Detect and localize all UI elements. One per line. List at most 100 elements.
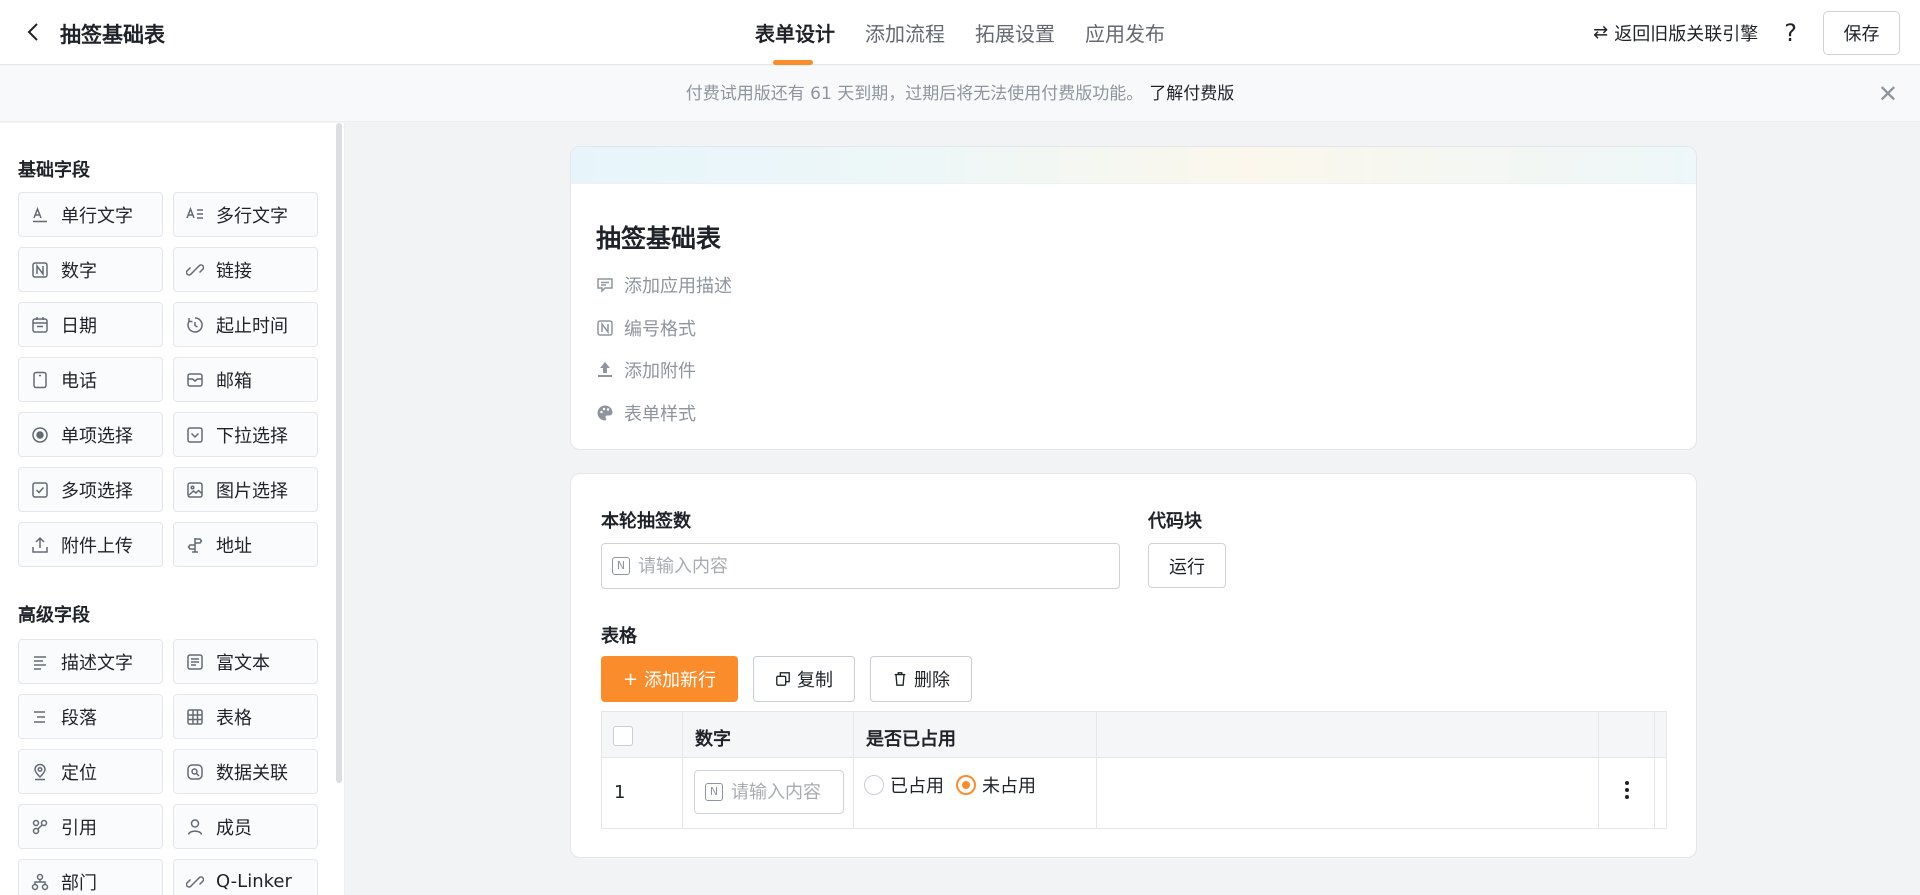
- tab-form-design[interactable]: 表单设计: [755, 0, 850, 65]
- field-checkbox[interactable]: 多项选择: [18, 467, 163, 512]
- link-icon: [186, 261, 204, 279]
- field-radio[interactable]: 单项选择: [18, 412, 163, 457]
- form-header-card: 抽签基础表 添加应用描述 编号格式 添加附件 表单样式: [570, 146, 1697, 450]
- plus-icon: +: [622, 668, 639, 690]
- field-reference[interactable]: 引用: [18, 804, 163, 849]
- advanced-fields-title: 高级字段: [18, 605, 90, 626]
- form-title[interactable]: 抽签基础表: [596, 219, 721, 255]
- tab-app-publish[interactable]: 应用发布: [1085, 0, 1180, 65]
- draw-count-input[interactable]: [638, 555, 1119, 577]
- description-icon: [31, 653, 49, 671]
- draw-count-label: 本轮抽签数: [601, 511, 691, 532]
- single-line-text-icon: [31, 206, 49, 224]
- header-actions: ⇄ 返回旧版关联引擎 ? 保存: [1593, 0, 1900, 65]
- field-image[interactable]: 图片选择: [173, 467, 318, 512]
- department-icon: [31, 873, 49, 891]
- more-vertical-icon[interactable]: [1617, 778, 1637, 802]
- add-description-link[interactable]: 添加应用描述: [596, 272, 732, 298]
- data-link-icon: [186, 763, 204, 781]
- run-button[interactable]: 运行: [1148, 543, 1226, 588]
- app-title: 抽签基础表: [60, 23, 165, 47]
- save-button[interactable]: 保存: [1823, 10, 1900, 55]
- delete-button[interactable]: 删除: [870, 656, 972, 702]
- column-divider: [1598, 712, 1599, 828]
- legacy-engine-label: 返回旧版关联引擎: [1614, 23, 1759, 45]
- time-range-icon: [186, 316, 204, 334]
- paragraph-icon: [31, 708, 49, 726]
- table-label: 表格: [601, 626, 637, 647]
- form-header-banner: [571, 147, 1696, 184]
- field-time-range[interactable]: 起止时间: [173, 302, 318, 347]
- main-tabs: 表单设计 添加流程 拓展设置 应用发布: [755, 0, 1195, 65]
- help-icon[interactable]: ?: [1784, 19, 1797, 47]
- upload-icon: [31, 536, 49, 554]
- field-address[interactable]: 地址: [173, 522, 318, 567]
- field-description[interactable]: 描述文字: [18, 639, 163, 684]
- form-body-card: 本轮抽签数 N 代码块 运行 表格 + 添加新行 复制 删除 数字 是否已占用 …: [570, 473, 1697, 858]
- select-all-checkbox[interactable]: [613, 726, 633, 746]
- add-attachment-link[interactable]: 添加附件: [596, 357, 696, 383]
- tab-add-process[interactable]: 添加流程: [865, 0, 960, 65]
- copy-icon: [775, 671, 791, 687]
- dropdown-icon: [186, 426, 204, 444]
- form-style-link[interactable]: 表单样式: [596, 400, 696, 426]
- field-mail[interactable]: 邮箱: [173, 357, 318, 402]
- radio-unoccupied[interactable]: 未占用: [956, 772, 1036, 798]
- field-number[interactable]: 数字: [18, 247, 163, 292]
- mail-icon: [186, 371, 204, 389]
- column-header-number: 数字: [695, 729, 731, 750]
- table-icon: [186, 708, 204, 726]
- row-number-input-box[interactable]: N: [694, 770, 844, 814]
- field-dropdown[interactable]: 下拉选择: [173, 412, 318, 457]
- phone-icon: [31, 371, 49, 389]
- field-upload[interactable]: 附件上传: [18, 522, 163, 567]
- upgrade-link[interactable]: 了解付费版: [1149, 84, 1234, 104]
- basic-fields-grid: 单行文字 多行文字 数字 链接 日期 起止时间 电话 邮箱 单项选择 下拉选择 …: [18, 192, 318, 567]
- address-icon: [186, 536, 204, 554]
- field-location[interactable]: 定位: [18, 749, 163, 794]
- advanced-fields-grid: 描述文字 富文本 段落 表格 定位 数据关联 引用 成员 部门 Q-Linker: [18, 639, 318, 895]
- trial-banner-text: 付费试用版还有 61 天到期，过期后将无法使用付费版功能。: [685, 84, 1144, 104]
- rich-text-icon: [186, 653, 204, 671]
- top-header: 抽签基础表 表单设计 添加流程 拓展设置 应用发布 ⇄ 返回旧版关联引擎 ? 保…: [0, 0, 1920, 65]
- field-sidebar: 基础字段 单行文字 多行文字 数字 链接 日期 起止时间 电话 邮箱 单项选择 …: [0, 123, 345, 895]
- tab-extension-settings[interactable]: 拓展设置: [975, 0, 1070, 65]
- legacy-engine-link[interactable]: ⇄ 返回旧版关联引擎: [1593, 20, 1758, 46]
- field-phone[interactable]: 电话: [18, 357, 163, 402]
- field-table[interactable]: 表格: [173, 694, 318, 739]
- field-link[interactable]: 链接: [173, 247, 318, 292]
- field-data-link[interactable]: 数据关联: [173, 749, 318, 794]
- date-icon: [31, 316, 49, 334]
- upload-icon: [596, 361, 614, 379]
- field-rich-text[interactable]: 富文本: [173, 639, 318, 684]
- palette-icon: [596, 404, 614, 422]
- comment-icon: [596, 276, 614, 294]
- field-date[interactable]: 日期: [18, 302, 163, 347]
- field-single-line-text[interactable]: 单行文字: [18, 192, 163, 237]
- draw-count-input-box[interactable]: N: [601, 543, 1120, 589]
- add-row-button[interactable]: + 添加新行: [601, 656, 738, 702]
- number-format-link[interactable]: 编号格式: [596, 315, 696, 341]
- image-icon: [186, 481, 204, 499]
- number-icon: N: [705, 783, 723, 801]
- table-header: [602, 712, 1666, 758]
- radio-occupied[interactable]: 已占用: [864, 772, 944, 798]
- location-icon: [31, 763, 49, 781]
- radio-unchecked-icon: [864, 775, 884, 795]
- close-icon[interactable]: ✕: [1878, 66, 1898, 122]
- field-department[interactable]: 部门: [18, 859, 163, 895]
- sub-table: 数字 是否已占用 1 N 已占用 未占用: [601, 711, 1667, 829]
- field-member[interactable]: 成员: [173, 804, 318, 849]
- field-q-linker[interactable]: Q-Linker: [173, 859, 318, 895]
- column-divider: [682, 712, 683, 828]
- copy-button[interactable]: 复制: [753, 656, 855, 702]
- column-divider: [1096, 712, 1097, 828]
- code-block-label: 代码块: [1148, 511, 1202, 532]
- row-number-input[interactable]: [731, 781, 843, 803]
- sidebar-scrollbar[interactable]: [336, 123, 342, 783]
- field-paragraph[interactable]: 段落: [18, 694, 163, 739]
- column-divider: [853, 712, 854, 828]
- field-multi-line-text[interactable]: 多行文字: [173, 192, 318, 237]
- back-arrow-icon[interactable]: [22, 20, 46, 44]
- occupied-radio-group: 已占用 未占用: [864, 772, 1048, 798]
